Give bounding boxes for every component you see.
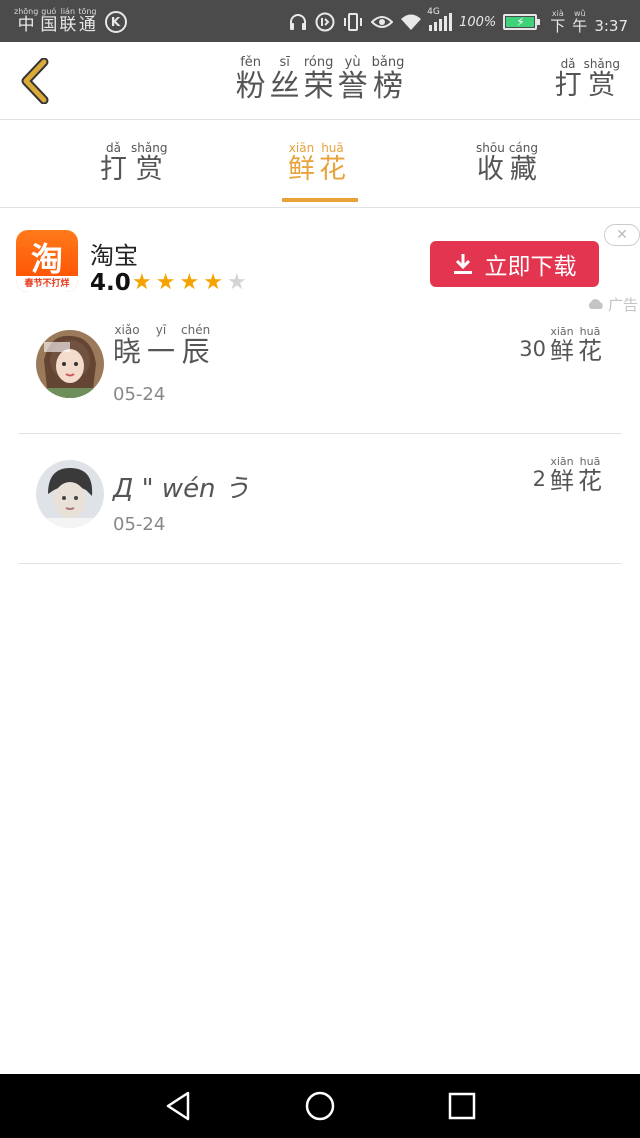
star-filled-icon: ★: [155, 270, 176, 295]
star-filled-icon: ★: [132, 270, 152, 295]
date-label: 05-24: [113, 514, 166, 535]
unit-char: huā 花: [578, 455, 602, 495]
title-char: bǎng 榜: [371, 55, 405, 104]
page-title: fěn 粉 sī 丝 róng 荣 yù 誉 bǎng 榜: [0, 56, 640, 102]
reward-button[interactable]: dǎ 打 shǎng 赏: [555, 58, 620, 99]
flower-count-value: 2: [532, 467, 546, 491]
tab-char: huā 花: [319, 141, 346, 185]
star-empty-icon: ★: [226, 270, 247, 295]
name-char: yī 一: [147, 323, 176, 368]
tab-favorites[interactable]: shōu 收 cáng 藏: [476, 142, 538, 183]
tab-char: shǎng 赏: [131, 141, 168, 185]
flower-count: 30 xiān 鲜 huā 花: [519, 326, 602, 363]
title-char: yù 誉: [337, 55, 368, 104]
tab-reward[interactable]: dǎ 打 shǎng 赏: [100, 142, 167, 183]
battery-percent: 100%: [459, 14, 497, 30]
time-period: xià 下: [550, 9, 566, 35]
rating-stars: ★ ★ ★ ★ ★: [132, 270, 247, 296]
download-icon: [453, 254, 472, 274]
network-type: 4G: [427, 7, 440, 17]
carrier-char: tōng 通: [78, 7, 97, 35]
carrier-char: guó 国: [40, 7, 58, 35]
star-filled-icon: ★: [179, 270, 200, 295]
clock: 3:37: [594, 17, 628, 35]
nav-back-button[interactable]: [160, 1088, 196, 1124]
status-bar: zhōng 中 guó 国 lián 联 tōng 通 K 4G 100% ⚡ xià 下…: [0, 0, 640, 42]
flower-count-value: 30: [519, 337, 546, 361]
carrier-char: lián 联: [59, 7, 77, 35]
download-label: 立即下载: [484, 254, 577, 280]
k-badge-icon: K: [104, 11, 127, 33]
avatar[interactable]: [36, 330, 104, 398]
nav-home-button[interactable]: [302, 1088, 338, 1124]
list-item[interactable]: Д " wén う 05-24 2 xiān 鲜 huā 花: [18, 434, 622, 564]
square-recents-icon: [448, 1092, 476, 1120]
circle-home-icon: [305, 1091, 335, 1121]
wifi-icon: [400, 13, 422, 31]
status-icons: 4G 100% ⚡ xià 下 wǔ 午 3:37: [288, 7, 628, 35]
title-char: róng 荣: [303, 55, 334, 104]
eye-icon: [371, 14, 394, 30]
date-label: 05-24: [113, 384, 166, 405]
carrier-label: zhōng 中 guó 国 lián 联 tōng 通 K: [14, 8, 127, 34]
title-char: sī 丝: [269, 55, 300, 104]
vibrate-icon: [342, 12, 364, 32]
user-name: Д " wén う: [113, 474, 250, 504]
name-char: xiǎo 晓: [113, 323, 142, 368]
title-char: fěn 粉: [235, 55, 266, 104]
hd-call-icon: [315, 12, 335, 32]
ad-banner[interactable]: 淘 春节不打烊 淘宝 4.0 ★ ★ ★ ★ ★ 立即下载 ✕ 广告: [0, 208, 640, 318]
name-char: chén 辰: [181, 323, 211, 368]
unit-char: xiān 鲜: [550, 325, 574, 365]
app-header: fěn 粉 sī 丝 róng 荣 yù 誉 bǎng 榜 dǎ 打 shǎng 赏: [0, 42, 640, 120]
logo-char: 淘: [30, 240, 63, 278]
unit-char: huā 花: [578, 325, 602, 365]
tab-char: shōu 收: [476, 141, 505, 185]
close-icon: ✕: [616, 227, 628, 243]
tab-char: dǎ 打: [100, 141, 127, 185]
tab-char: cáng 藏: [508, 141, 538, 185]
ad-close-button[interactable]: ✕: [604, 224, 640, 246]
headphones-icon: [288, 13, 308, 31]
battery-icon: ⚡: [503, 14, 541, 30]
carrier-char: zhōng 中: [14, 7, 39, 35]
time-period: wǔ 午: [572, 9, 588, 35]
triangle-back-icon: [166, 1091, 190, 1121]
avatar[interactable]: [36, 460, 104, 528]
reward-char: dǎ 打: [554, 57, 582, 101]
list-item[interactable]: xiǎo 晓 yī 一 chén 辰 05-24 30 xiān 鲜 huā 花: [18, 304, 622, 434]
nav-recents-button[interactable]: [444, 1088, 480, 1124]
taobao-logo: 淘 春节不打烊: [16, 230, 78, 292]
active-tab-indicator: [282, 198, 358, 202]
ad-app-name: 淘宝: [90, 242, 138, 270]
flower-count: 2 xiān 鲜 huā 花: [533, 456, 602, 493]
logo-band: 春节不打烊: [16, 276, 78, 292]
tab-char: xiān 鲜: [288, 141, 315, 185]
reward-char: shǎng 赏: [583, 57, 620, 101]
star-filled-icon: ★: [203, 270, 223, 295]
ad-rating: 4.0: [90, 270, 131, 296]
tab-flowers[interactable]: xiān 鲜 huā 花: [288, 142, 346, 183]
download-button[interactable]: 立即下载: [430, 241, 599, 287]
user-name: xiǎo 晓 yī 一 chén 辰: [113, 324, 210, 366]
tab-bar: dǎ 打 shǎng 赏 xiān 鲜 huā 花 shōu 收 cáng 藏: [0, 120, 640, 208]
system-nav-bar: [0, 1074, 640, 1138]
unit-char: xiān 鲜: [550, 455, 574, 495]
signal-icon: 4G: [427, 7, 453, 31]
